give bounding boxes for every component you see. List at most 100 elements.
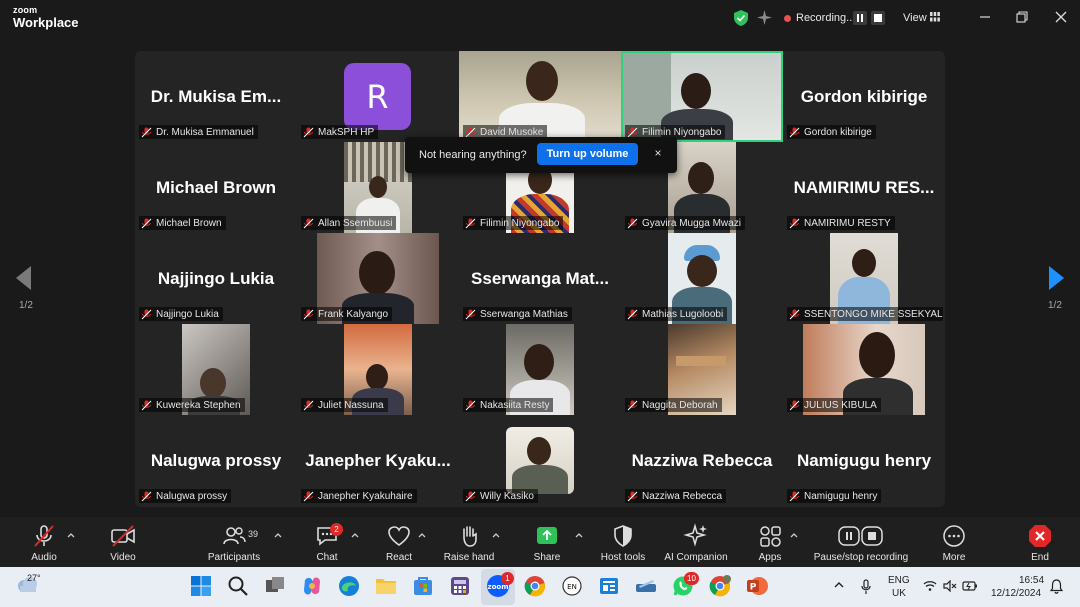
- host-tools-button[interactable]: Host tools: [597, 517, 649, 567]
- notification-bell-icon[interactable]: [1050, 579, 1063, 594]
- chevron-up-icon[interactable]: [67, 531, 75, 539]
- react-button[interactable]: React: [384, 517, 414, 567]
- video-button[interactable]: Video: [106, 517, 140, 567]
- audio-notification-toast: Not hearing anything? Turn up volume ×: [405, 137, 677, 173]
- close-window-icon[interactable]: [1053, 9, 1069, 25]
- language-en-icon[interactable]: EN: [560, 574, 584, 598]
- participant-tile[interactable]: Willy Kasiko: [459, 415, 621, 506]
- participant-tile[interactable]: R MakSPH HP: [297, 51, 459, 142]
- muted-mic-icon: [465, 400, 476, 410]
- participant-tile[interactable]: Juliet Nassuna: [297, 324, 459, 415]
- muted-mic-icon: [627, 400, 638, 410]
- logo-line-2: Workplace: [13, 15, 79, 30]
- participant-tile[interactable]: Nalugwa prossy Nalugwa prossy: [135, 415, 297, 506]
- chrome-profile-icon[interactable]: [708, 574, 732, 598]
- minimize-icon[interactable]: [977, 9, 993, 25]
- pause-stop-recording-icon: [838, 526, 883, 546]
- participant-tile[interactable]: JULIUS KIBULA: [783, 324, 945, 415]
- raise-hand-button[interactable]: Raise hand: [442, 517, 496, 567]
- copilot-icon[interactable]: [300, 574, 324, 598]
- speaker-muted-icon[interactable]: [943, 580, 957, 592]
- next-page-icon[interactable]: [1048, 266, 1064, 290]
- participant-tile[interactable]: David Musoke: [459, 51, 621, 142]
- muted-mic-icon: [789, 127, 800, 137]
- news-app-icon[interactable]: [597, 574, 621, 598]
- host-tools-label: Host tools: [600, 552, 646, 563]
- participant-label: Kuwereka Stephen: [139, 398, 245, 412]
- previous-page-icon[interactable]: [16, 266, 32, 290]
- participant-tile[interactable]: Gordon kibirige Gordon kibirige: [783, 51, 945, 142]
- chrome-icon[interactable]: [523, 574, 547, 598]
- close-icon[interactable]: ×: [651, 146, 665, 160]
- participant-tile[interactable]: Dr. Mukisa Em... Dr. Mukisa Emmanuel: [135, 51, 297, 142]
- participant-tile[interactable]: Sserwanga Mat... Sserwanga Mathias: [459, 233, 621, 324]
- participants-button[interactable]: Participants: [204, 517, 264, 567]
- participant-tile[interactable]: Kuwereka Stephen: [135, 324, 297, 415]
- participant-name: Frank Kalyango: [318, 308, 389, 320]
- end-meeting-button[interactable]: End: [1026, 517, 1054, 567]
- participant-label: Mathias Lugoloobi: [625, 307, 728, 321]
- restore-icon[interactable]: [1014, 9, 1030, 25]
- participant-label: Najjingo Lukia: [139, 307, 223, 321]
- ai-sparkle-icon[interactable]: [757, 10, 772, 25]
- participant-tile[interactable]: Najjingo Lukia Najjingo Lukia: [135, 233, 297, 324]
- clock-time[interactable]: 16:54: [1019, 575, 1044, 586]
- participant-tile[interactable]: SSENTONGO MIKE SSEKYALO: [783, 233, 945, 324]
- muted-mic-icon: [465, 218, 476, 228]
- muted-mic-icon: [789, 309, 800, 319]
- participant-name: Gyavira Mugga Mwazi: [642, 217, 741, 229]
- turn-up-volume-button[interactable]: Turn up volume: [537, 143, 638, 165]
- search-icon[interactable]: [226, 574, 250, 598]
- zoom-notification-badge: 1: [501, 572, 514, 585]
- wifi-icon[interactable]: [923, 580, 937, 592]
- more-button[interactable]: More: [939, 517, 969, 567]
- stop-recording-icon[interactable]: [871, 11, 885, 25]
- chevron-up-icon[interactable]: [833, 580, 845, 590]
- participant-tile[interactable]: Michael Brown Michael Brown: [135, 142, 297, 233]
- pause-recording-icon[interactable]: [853, 11, 867, 25]
- muted-mic-icon: [627, 218, 638, 228]
- participant-tile[interactable]: Frank Kalyango: [297, 233, 459, 324]
- input-language-top[interactable]: ENG: [888, 575, 910, 586]
- windows-start-icon[interactable]: [189, 574, 213, 598]
- heart-icon: [388, 526, 410, 546]
- encryption-shield-icon[interactable]: [734, 10, 748, 26]
- task-view-icon[interactable]: [263, 574, 287, 598]
- participant-tile[interactable]: Mathias Lugoloobi: [621, 233, 783, 324]
- grid-view-icon[interactable]: [930, 12, 940, 22]
- microphone-icon[interactable]: [860, 579, 872, 595]
- clock-date[interactable]: 12/12/2024: [991, 588, 1041, 599]
- input-language-bottom[interactable]: UK: [892, 588, 906, 599]
- microsoft-store-icon[interactable]: [411, 574, 435, 598]
- file-explorer-icon[interactable]: [374, 574, 398, 598]
- chevron-up-icon[interactable]: [492, 531, 500, 539]
- edit-tool-icon[interactable]: [634, 574, 658, 598]
- audio-button[interactable]: Audio: [28, 517, 60, 567]
- chevron-up-icon[interactable]: [274, 531, 282, 539]
- chevron-up-icon[interactable]: [790, 531, 798, 539]
- participant-tile[interactable]: Nakasiita Resty: [459, 324, 621, 415]
- ai-companion-button[interactable]: AI Companion: [662, 517, 730, 567]
- powerpoint-icon[interactable]: P: [745, 574, 769, 598]
- calculator-icon[interactable]: [448, 574, 472, 598]
- hand-icon: [463, 526, 477, 547]
- battery-icon[interactable]: [962, 580, 978, 592]
- share-button[interactable]: Share: [532, 517, 562, 567]
- chevron-up-icon[interactable]: [575, 531, 583, 539]
- chevron-up-icon[interactable]: [418, 531, 426, 539]
- svg-text:P: P: [750, 583, 757, 593]
- video-feed: [506, 427, 574, 494]
- react-label: React: [385, 552, 413, 563]
- apps-button[interactable]: Apps: [756, 517, 784, 567]
- view-button[interactable]: View: [903, 12, 927, 24]
- edge-browser-icon[interactable]: [337, 574, 361, 598]
- participant-display-name: NAMIRIMU RES...: [793, 178, 935, 197]
- participant-tile[interactable]: Naggita Deborah: [621, 324, 783, 415]
- participant-tile[interactable]: Namigugu henry Namigugu henry: [783, 415, 945, 506]
- participant-tile[interactable]: Nazziwa Rebecca Nazziwa Rebecca: [621, 415, 783, 506]
- chevron-up-icon[interactable]: [351, 531, 359, 539]
- participant-tile[interactable]: Janepher Kyaku... Janepher Kyakuhaire: [297, 415, 459, 506]
- participant-tile-active-speaker[interactable]: Filimin Niyongabo: [621, 51, 783, 142]
- pause-stop-recording-button[interactable]: Pause/stop recording: [808, 517, 914, 567]
- participant-tile[interactable]: NAMIRIMU RES... NAMIRIMU RESTY: [783, 142, 945, 233]
